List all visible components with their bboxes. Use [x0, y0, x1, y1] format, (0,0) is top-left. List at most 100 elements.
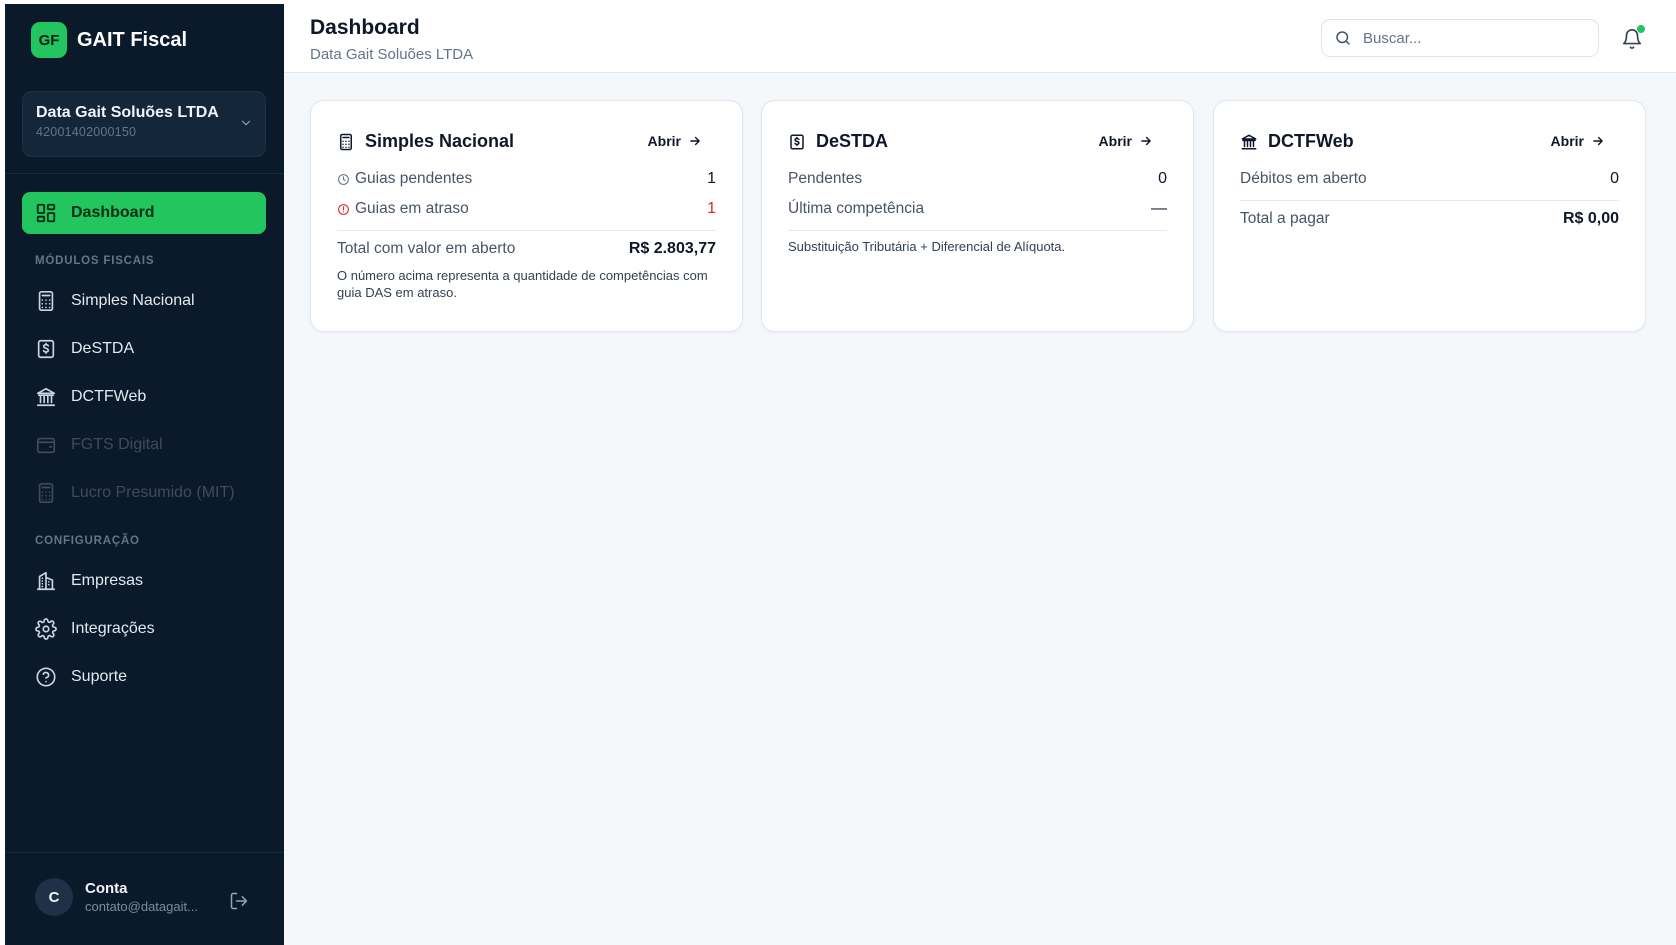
card-divider [1240, 200, 1619, 201]
sidebar-item-destda[interactable]: DeSTDA [22, 328, 266, 370]
card-destda: DeSTDA Abrir Pendentes 0 Última competên… [761, 100, 1194, 332]
avatar: C [35, 878, 73, 916]
card-dctfweb: DCTFWeb Abrir Débitos em aberto 0 Total … [1213, 100, 1646, 332]
sidebar-item-suporte[interactable]: Suporte [22, 656, 266, 698]
wallet-icon [36, 437, 56, 454]
alert-circle-icon [338, 203, 349, 215]
sidebar-item-simples-nacional[interactable]: Simples Nacional [22, 280, 266, 322]
building-icon [36, 571, 56, 591]
pending-row: Guias pendentes 1 [337, 170, 716, 188]
company-cnpj: 42001402000150 [36, 125, 137, 139]
arrow-right-icon [690, 136, 700, 146]
sidebar-item-label: FGTS Digital [71, 436, 163, 453]
debts-label: Débitos em aberto [1240, 170, 1367, 187]
total-value: R$ 2.803,77 [628, 240, 716, 257]
company-name: Data Gait Soluões LTDA [36, 104, 219, 121]
open-label: Abrir [647, 133, 681, 149]
gear-icon [35, 618, 57, 640]
account-name: Conta [85, 880, 128, 897]
nav-section-config: CONFIGURAÇÃO [35, 535, 140, 547]
card-title: Simples Nacional [365, 131, 515, 151]
sidebar-item-lucro-presumido: Lucro Presumido (MIT) [22, 472, 266, 514]
card-header: DeSTDA [788, 131, 888, 152]
bank-icon [1241, 134, 1257, 149]
open-dctfweb-button[interactable]: Abrir [1551, 133, 1605, 149]
sidebar-item-label: Simples Nacional [71, 292, 195, 309]
card-title: DeSTDA [816, 131, 889, 151]
last-competence-value: — [1151, 200, 1167, 217]
sidebar-item-dashboard[interactable]: Dashboard [22, 192, 266, 234]
open-simples-button[interactable]: Abrir [648, 133, 702, 149]
account-email: contato@datagait... [85, 899, 198, 914]
pending-label: Pendentes [788, 170, 863, 187]
company-switcher[interactable]: Data Gait Soluões LTDA 42001402000150 [22, 91, 266, 157]
sidebar: GF GAIT Fiscal Data Gait Soluões LTDA 42… [5, 4, 284, 945]
last-competence-label: Última competência [788, 200, 925, 217]
card-note: Substituição Tributária + Diferencial de… [788, 239, 1066, 254]
last-competence-row: Última competência — [788, 200, 1167, 218]
chevron-down-icon [241, 120, 251, 126]
sidebar-divider [5, 852, 284, 853]
card-header: DCTFWeb [1240, 131, 1354, 152]
main-content: Dashboard Data Gait Soluões LTDA Simples… [284, 4, 1676, 945]
pending-value: 1 [707, 170, 716, 187]
late-label: Guias em atraso [355, 200, 469, 217]
search-icon [1336, 31, 1350, 45]
card-divider [788, 230, 1167, 231]
sidebar-item-label: Integrações [71, 620, 155, 637]
sidebar-item-dctfweb[interactable]: DCTFWeb [22, 376, 266, 418]
search-box[interactable] [1321, 19, 1599, 57]
sidebar-item-label: Empresas [71, 572, 144, 589]
sidebar-item-fgts-digital: FGTS Digital [22, 424, 266, 466]
dashboard-icon [36, 203, 56, 223]
calculator-icon [38, 291, 54, 311]
topbar: Dashboard Data Gait Soluões LTDA [284, 4, 1676, 73]
sidebar-item-label: Dashboard [71, 204, 155, 221]
late-row: Guias em atraso 1 [337, 200, 716, 218]
brand[interactable]: GF GAIT Fiscal [31, 22, 187, 58]
sidebar-item-label: Lucro Presumido (MIT) [71, 484, 235, 501]
card-header: Simples Nacional [337, 131, 514, 152]
pending-value: 0 [1158, 170, 1167, 187]
open-destda-button[interactable]: Abrir [1099, 133, 1153, 149]
total-row: Total com valor em aberto R$ 2.803,77 [337, 240, 716, 258]
page-subtitle: Data Gait Soluões LTDA [310, 46, 474, 63]
sidebar-item-empresas[interactable]: Empresas [22, 560, 266, 602]
brand-name: GAIT Fiscal [77, 28, 188, 51]
page-title: Dashboard [310, 16, 420, 39]
notification-dot [1637, 25, 1645, 33]
brand-logo: GF [31, 22, 67, 58]
sidebar-divider [5, 173, 284, 174]
arrow-right-icon [1141, 136, 1151, 146]
open-label: Abrir [1550, 133, 1584, 149]
card-simples-nacional: Simples Nacional Abrir Guias pendentes 1… [310, 100, 743, 332]
debts-row: Débitos em aberto 0 [1240, 170, 1619, 188]
card-divider [337, 230, 716, 231]
sidebar-item-integracoes[interactable]: Integrações [22, 608, 266, 650]
account-menu[interactable]: C Conta contato@datagait... [35, 877, 255, 917]
sidebar-item-label: DeSTDA [71, 340, 135, 357]
arrow-right-icon [1593, 136, 1603, 146]
help-circle-icon [36, 667, 56, 687]
logout-icon[interactable] [229, 891, 249, 911]
open-label: Abrir [1098, 133, 1132, 149]
app-frame: GF GAIT Fiscal Data Gait Soluões LTDA 42… [5, 4, 1676, 945]
debts-value: 0 [1610, 170, 1619, 187]
pending-label: Guias pendentes [355, 170, 473, 187]
sidebar-item-label: Suporte [71, 668, 128, 685]
clock-icon [338, 173, 349, 185]
receipt-icon [37, 339, 55, 359]
bank-icon [36, 387, 56, 407]
receipt-icon [790, 134, 804, 149]
pending-row: Pendentes 0 [788, 170, 1167, 188]
search-input[interactable] [1361, 28, 1585, 48]
total-label: Total com valor em aberto [337, 240, 516, 257]
total-row: Total a pagar R$ 0,00 [1240, 210, 1619, 228]
calculator-icon [340, 133, 352, 150]
sidebar-item-label: DCTFWeb [71, 388, 147, 405]
calculator-icon [38, 483, 54, 503]
total-value: R$ 0,00 [1562, 210, 1619, 227]
app: GF GAIT Fiscal Data Gait Soluões LTDA 42… [0, 0, 1676, 945]
card-note: O número acima representa a quantidade d… [337, 268, 708, 300]
nav-section-modules: MÓDULOS FISCAIS [35, 255, 155, 267]
